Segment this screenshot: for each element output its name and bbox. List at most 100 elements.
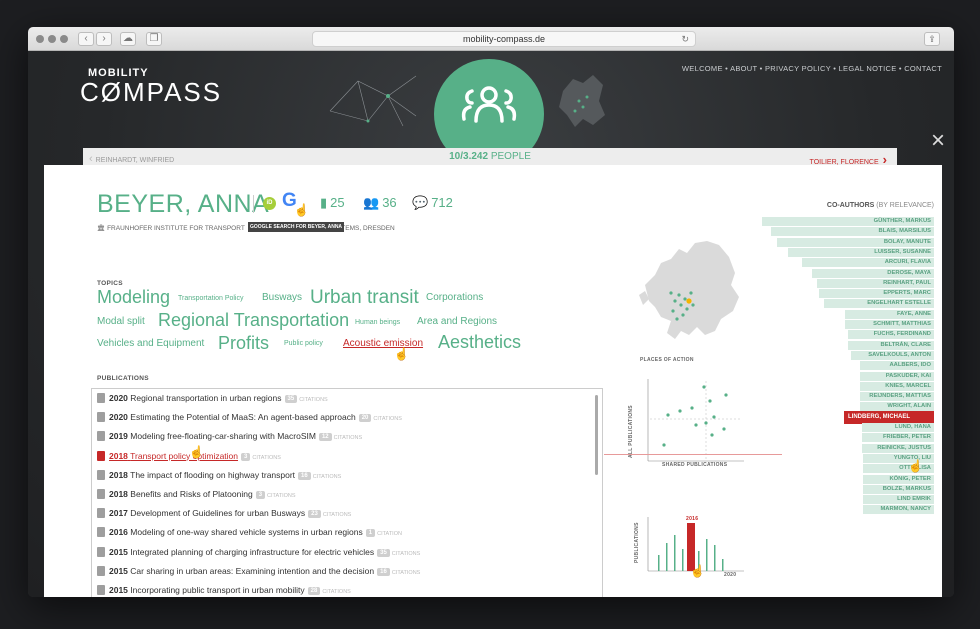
topic-corporations[interactable]: Corporations: [426, 292, 483, 303]
document-icon: [97, 489, 105, 499]
coauthor-bar[interactable]: EPPERTS, MARC: [819, 289, 934, 299]
back-icon[interactable]: ‹: [78, 32, 94, 46]
topic-aesthetics[interactable]: Aesthetics: [438, 332, 521, 353]
coauthors-heading-sub: (BY RELEVANCE): [876, 202, 934, 209]
topic-vehicles-and-equipment[interactable]: Vehicles and Equipment: [97, 338, 204, 349]
publication-row[interactable]: 2015 Incorporating public transport in u…: [97, 585, 351, 597]
publications-list[interactable]: 2020 Regional transportation in urban re…: [91, 388, 603, 597]
coauthor-bar[interactable]: AALBERS, IDO: [860, 361, 934, 371]
topic-area-and-regions[interactable]: Area and Regions: [417, 316, 497, 327]
topic-human-beings[interactable]: Human beings: [355, 319, 400, 326]
reload-icon[interactable]: ↻: [681, 32, 689, 47]
publication-row[interactable]: 2018 The impact of flooding on highway t…: [97, 469, 341, 488]
minimize-window-dot[interactable]: [48, 35, 56, 43]
document-icon: [97, 412, 105, 423]
citations-word: CITATIONS: [299, 397, 328, 403]
publications-scrollbar[interactable]: [595, 395, 598, 475]
coauthor-name: BOLZE, MARKUS: [882, 485, 931, 492]
coauthor-bar[interactable]: BOLAY, MANUTE: [777, 237, 934, 247]
citations-word: CITATIONS: [373, 416, 402, 423]
coauthor-bar[interactable]: PASKUDER, KAI: [860, 371, 934, 381]
publication-row[interactable]: 2020 Estimating the Potential of MaaS: A…: [97, 412, 402, 430]
publications-count: 25: [330, 195, 345, 210]
coauthor-bar[interactable]: LUND, HANA: [862, 423, 934, 432]
coauthor-bar[interactable]: LIND EMRIK: [863, 495, 934, 505]
topic-modal-split[interactable]: Modal split: [97, 316, 145, 327]
nav-about[interactable]: ABOUT: [730, 64, 757, 73]
coauthor-bar[interactable]: SAVELKOULS, ANTON: [851, 350, 934, 360]
orcid-icon[interactable]: iD: [263, 197, 276, 210]
coauthor-bar[interactable]: MARMON, NANCY: [863, 505, 934, 515]
coauthor-bar[interactable]: BLAIS, MARSILIUS: [771, 227, 934, 237]
cloud-icon[interactable]: ☁: [120, 32, 136, 46]
document-icon: [97, 565, 105, 576]
browser-window: ‹ › ☁ ❐ mobility-compass.de ↻ ⇪ MOBILITY…: [28, 27, 954, 597]
coauthor-name: EPPERTS, MARC: [883, 290, 931, 297]
publication-year: 2015: [109, 546, 128, 557]
coauthor-bar[interactable]: ARCURI, FLAVIA: [802, 258, 934, 268]
coauthors-heading-text: CO-AUTHORS: [826, 202, 875, 209]
coauthor-bar[interactable]: FAYE, ANNE: [845, 309, 934, 319]
scatter-x-label: SHARED PUBLICATIONS: [662, 462, 728, 468]
coauthor-bar[interactable]: SCHMITT, MATTHIAS: [845, 320, 934, 329]
forward-icon[interactable]: ›: [96, 32, 112, 46]
topic-modeling[interactable]: Modeling: [97, 287, 170, 308]
publication-title: Modeling of one-way shared vehicle syste…: [130, 527, 363, 538]
citation-count-badge: 16: [298, 471, 311, 480]
coauthor-bar[interactable]: BELTRÁN, CLARE: [848, 340, 934, 350]
share-icon[interactable]: ⇪: [924, 32, 940, 46]
topic-transportation-policy[interactable]: Transportation Policy: [178, 295, 244, 302]
document-icon: [97, 508, 105, 519]
topic-acoustic-emission[interactable]: Acoustic emission: [343, 338, 423, 349]
coauthor-name: KNIES, MARCEL: [885, 382, 931, 389]
coauthor-bar[interactable]: BOLZE, MARKUS: [863, 484, 934, 494]
coauthor-bar[interactable]: REINICKE, JUSTUS: [862, 443, 934, 453]
coauthor-bar[interactable]: KÖNIG, PETER: [863, 474, 934, 484]
histogram-highlight-year: 2016: [686, 516, 699, 522]
people-counter: 10/3.242 PEOPLE: [83, 151, 897, 162]
publication-title: Car sharing in urban areas: Examining in…: [130, 565, 375, 576]
coauthor-bar[interactable]: DEROSE, MAYA: [812, 268, 934, 278]
topic-regional-transportation[interactable]: Regional Transportation: [158, 310, 349, 331]
coauthor-bar[interactable]: REINHART, PAUL: [817, 278, 934, 288]
coauthor-bar[interactable]: OTTE, LISA: [863, 464, 934, 474]
citations-word: CITATIONS: [322, 512, 352, 519]
institute: 🏛 FRAUNHOFER INSTITUTE FOR TRANSPORT SYS…: [97, 224, 395, 232]
publication-row[interactable]: 2017 Development of Guidelines for urban…: [97, 508, 351, 526]
publication-year: 2015: [109, 565, 128, 576]
nav-privacy-policy[interactable]: PRIVACY POLICY: [765, 64, 831, 73]
address-bar[interactable]: mobility-compass.de ↻: [312, 31, 696, 47]
publication-row[interactable]: 2019 Modeling free-floating-car-sharing …: [97, 431, 362, 449]
google-search-tooltip: GOOGLE SEARCH FOR BEYER, ANNA: [248, 222, 345, 232]
close-icon[interactable]: ×: [928, 129, 948, 153]
publication-row[interactable]: 2015 Integrated planning of charging inf…: [97, 546, 420, 565]
nav-welcome[interactable]: WELCOME: [682, 64, 723, 73]
topic-busways[interactable]: Busways: [262, 292, 302, 303]
coauthor-bar[interactable]: YUNGTO, LIU: [863, 453, 934, 463]
publication-row[interactable]: 2020 Regional transportation in urban re…: [97, 393, 328, 411]
publication-row[interactable]: 2016 Modeling of one-way shared vehicle …: [97, 527, 402, 545]
tabs-icon[interactable]: ❐: [146, 32, 162, 46]
coauthor-bar[interactable]: LUISSER, SUSANNE: [788, 247, 934, 257]
coauthor-bar[interactable]: KNIES, MARCEL: [860, 381, 934, 391]
coauthor-bar[interactable]: ENGELHART ESTELLE: [824, 299, 934, 309]
coauthor-selected[interactable]: LINDBERG, MICHAEL: [844, 410, 934, 424]
publication-year: 2017: [109, 508, 128, 519]
site-logo[interactable]: MOBILITY CØMPASS: [80, 67, 222, 105]
topic-profits[interactable]: Profits: [218, 333, 269, 354]
publication-year: 2018: [109, 489, 128, 499]
coauthor-bar[interactable]: GÜNTHER, MARKUS: [762, 217, 934, 226]
topic-public-policy[interactable]: Public policy: [284, 340, 323, 347]
coauthor-bar[interactable]: FUCHS, FERDINAND: [848, 330, 934, 340]
close-window-dot[interactable]: [36, 35, 44, 43]
coauthor-bar[interactable]: FRIEBER, PETER: [862, 433, 934, 443]
nav-contact[interactable]: CONTACT: [904, 64, 942, 73]
publication-row[interactable]: 2015 Car sharing in urban areas: Examini…: [97, 565, 420, 584]
coauthor-bar[interactable]: REIJNDERS, MATTIAS: [860, 392, 934, 402]
citation-count-badge: 12: [318, 433, 332, 442]
publication-row[interactable]: 2018 Benefits and Risks of Platooning 3 CI…: [97, 489, 296, 507]
coauthor-name: MARMON, NANCY: [880, 506, 931, 513]
zoom-window-dot[interactable]: [60, 35, 68, 43]
topic-urban-transit[interactable]: Urban transit: [310, 287, 419, 309]
nav-legal-notice[interactable]: LEGAL NOTICE: [839, 64, 897, 73]
